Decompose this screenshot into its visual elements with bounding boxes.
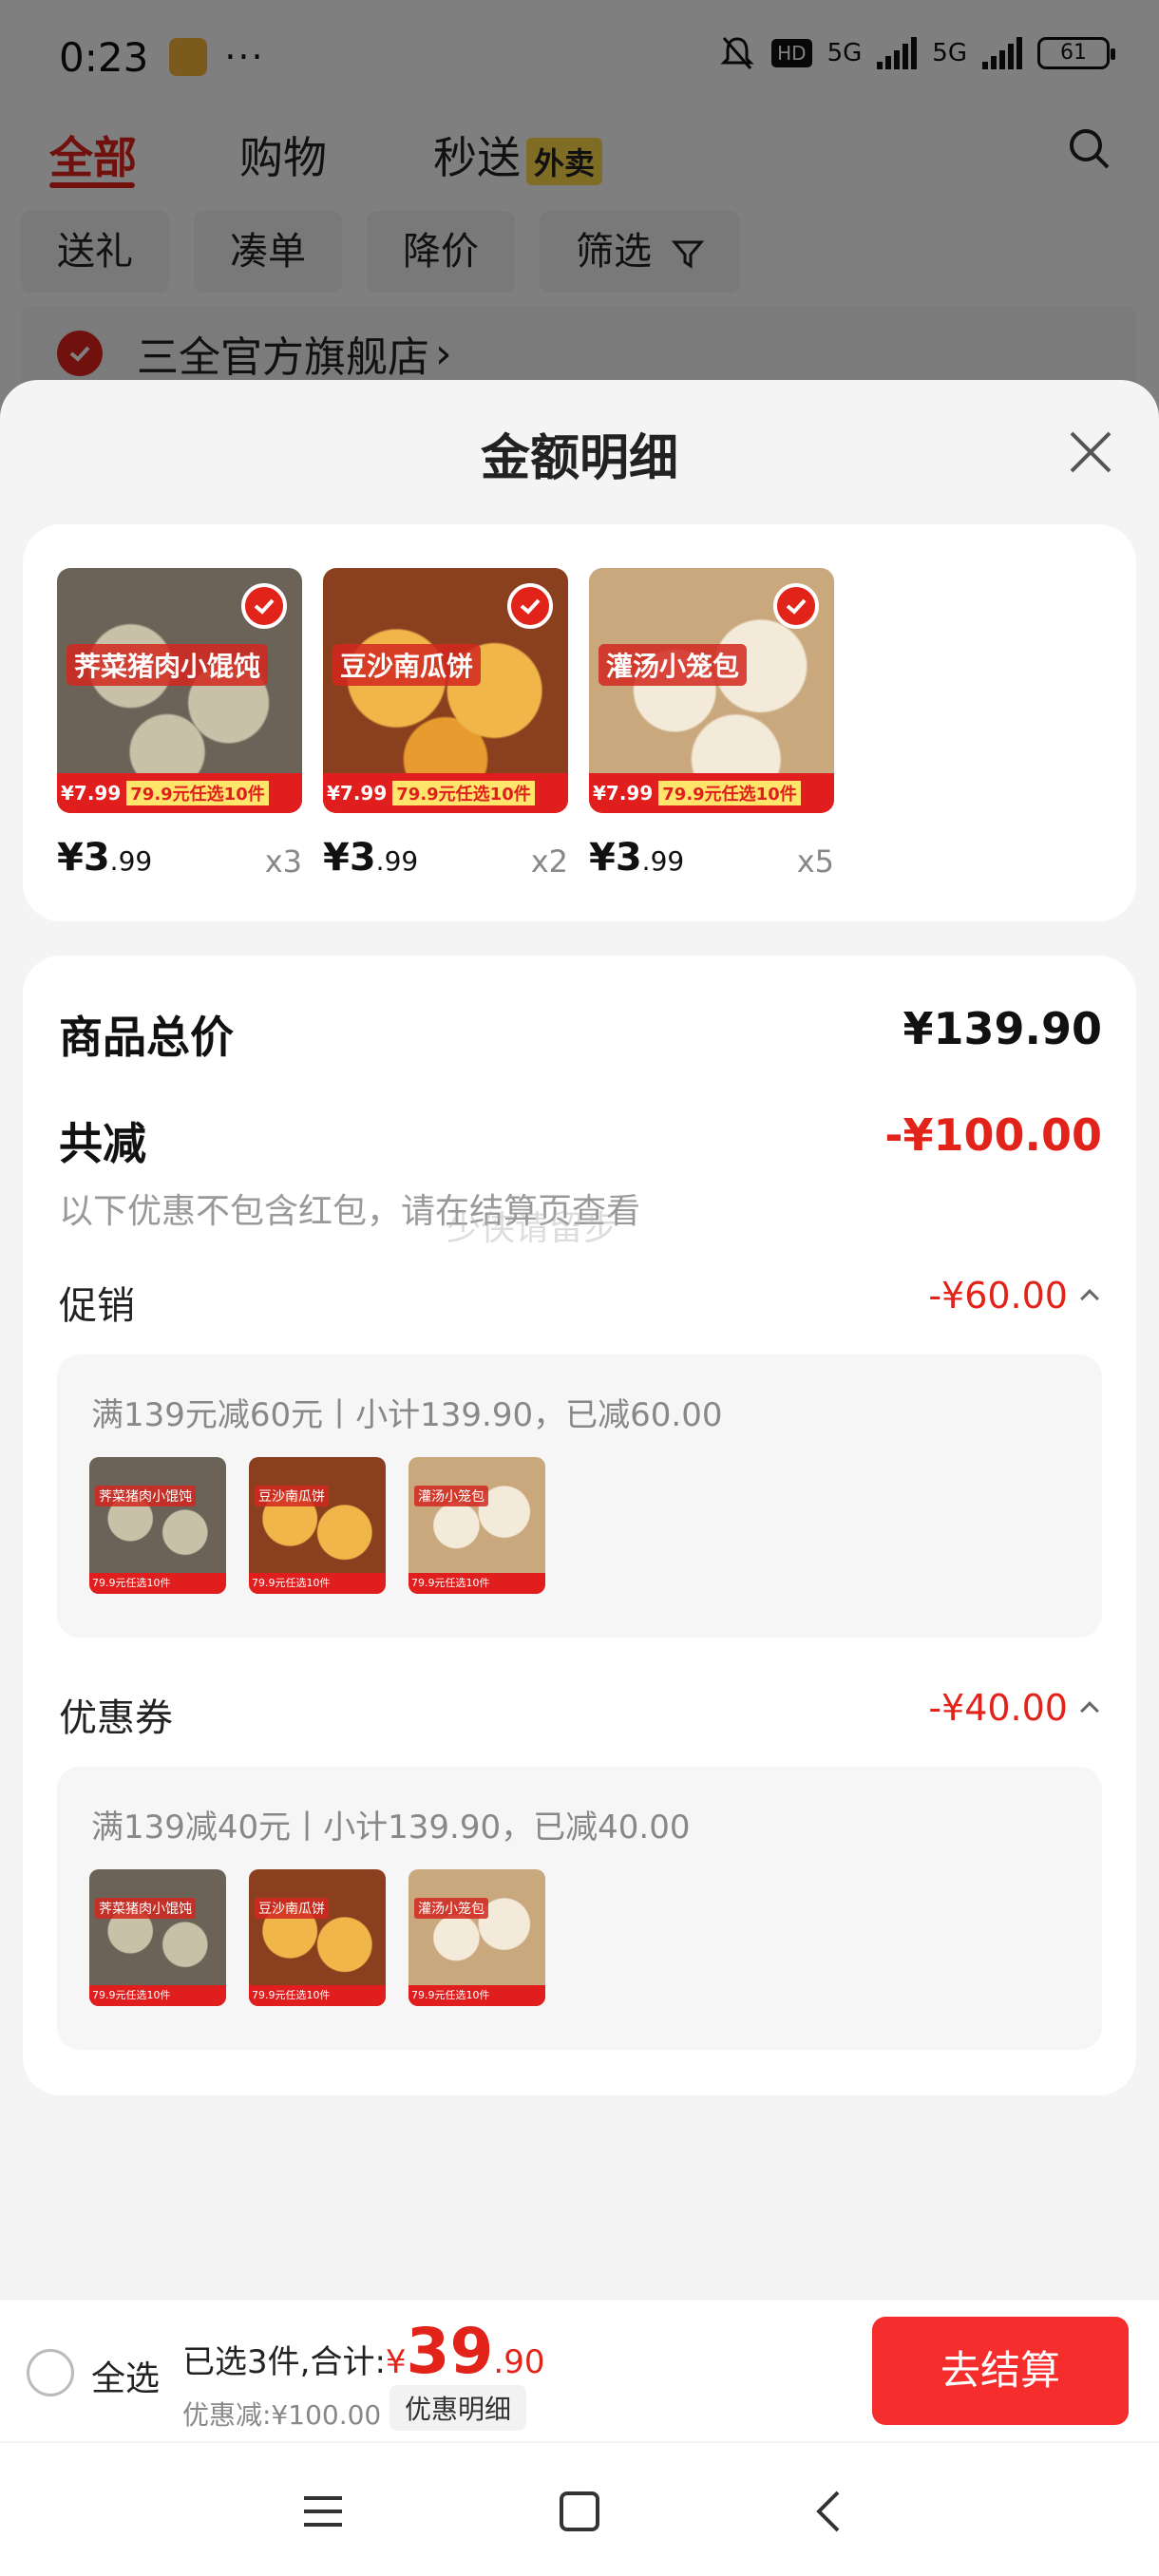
checkout-button[interactable]: 去结算: [872, 2317, 1129, 2425]
thumb-name: 豆沙南瓜饼: [255, 1898, 329, 1919]
promotion-text: 满139元减60元丨小计139.90，已减60.00: [91, 1396, 723, 1434]
product-name: 灌汤小笼包: [598, 644, 748, 686]
sheet-title: 金额明细: [480, 430, 678, 487]
coupon-thumbs: 荠菜猪肉小馄饨 79.9元任选10件 豆沙南瓜饼 79.9元任选10件 灌汤小笼包 7…: [89, 1869, 545, 2006]
product-price: ¥3.99: [57, 836, 152, 880]
amount-detail-sheet: 金额明细 荠菜猪肉小馄饨 ¥7.99 79.9元任选10件 ¥3.99 x3 豆沙…: [0, 380, 1159, 2576]
coupon-text: 满139减40元丨小计139.90，已减40.00: [91, 1809, 691, 1847]
product-image[interactable]: 荠菜猪肉小馄饨 ¥7.99 79.9元任选10件: [57, 568, 302, 813]
reduce-label: 共减: [59, 1118, 146, 1169]
thumb-name: 灌汤小笼包: [414, 1486, 488, 1506]
coupon-box: 满139减40元丨小计139.90，已减40.00 荠菜猪肉小馄饨 79.9元任选…: [57, 1767, 1102, 2050]
price-dec: .99: [375, 845, 419, 877]
price-int: ¥3: [57, 836, 110, 880]
coupon-value: -¥40.00: [928, 1687, 1068, 1729]
promo-price: ¥7.99: [327, 782, 388, 805]
thumb-name: 荠菜猪肉小馄饨: [95, 1486, 196, 1506]
checked-icon[interactable]: [773, 583, 819, 629]
close-icon[interactable]: [1066, 427, 1115, 477]
dim-overlay[interactable]: [0, 0, 1159, 437]
checked-icon[interactable]: [241, 583, 287, 629]
reduce-value: -¥100.00: [884, 1109, 1102, 1161]
price-dec: .99: [109, 845, 153, 877]
product-thumb[interactable]: 灌汤小笼包 79.9元任选10件: [408, 1457, 545, 1594]
promotion-value: -¥60.00: [928, 1275, 1068, 1316]
product-qty: x5: [796, 843, 834, 880]
promotion-thumbs: 荠菜猪肉小馄饨 79.9元任选10件 豆沙南瓜饼 79.9元任选10件 灌汤小笼包 7…: [89, 1457, 545, 1594]
promotion-toggle[interactable]: -¥60.00: [928, 1275, 1099, 1316]
product-price: ¥3.99: [323, 836, 418, 880]
system-nav-bar: [0, 2443, 1159, 2576]
promotion-box: 满139元减60元丨小计139.90，已减60.00 荠菜猪肉小馄饨 79.9元任…: [57, 1354, 1102, 1638]
product-thumb[interactable]: 荠菜猪肉小馄饨 79.9元任选10件: [89, 1457, 226, 1594]
product-item[interactable]: 灌汤小笼包 ¥7.99 79.9元任选10件 ¥3.99 x5: [589, 568, 834, 883]
promo-price: ¥7.99: [61, 782, 122, 805]
checkout-bar: 全选 已选3件,合计:¥39.90 优惠减:¥100.00 优惠明细 去结算: [0, 2299, 1159, 2441]
coupon-label: 优惠券: [59, 1696, 173, 1740]
coupon-toggle[interactable]: -¥40.00: [928, 1687, 1099, 1729]
promo-deal: 79.9元任选10件: [126, 781, 269, 805]
product-name: 豆沙南瓜饼: [332, 644, 482, 686]
product-name: 荠菜猪肉小馄饨: [66, 644, 269, 686]
thumb-promo-bar: 79.9元任选10件: [408, 1985, 545, 2006]
selected-summary: 已选3件,合计:¥39.90: [182, 2315, 544, 2388]
select-all-label[interactable]: 全选: [91, 2351, 160, 2400]
thumb-promo-bar: 79.9元任选10件: [89, 1985, 226, 2006]
price-int: ¥3: [589, 836, 642, 880]
product-promo-bar: ¥7.99 79.9元任选10件: [323, 773, 568, 813]
promotion-label: 促销: [59, 1284, 135, 1328]
promo-deal: 79.9元任选10件: [392, 781, 535, 805]
watermark: 少侠请留步: [446, 1209, 618, 1248]
total-currency: ¥: [385, 2343, 407, 2381]
thumb-promo-bar: 79.9元任选10件: [249, 1985, 386, 2006]
product-price: ¥3.99: [589, 836, 684, 880]
total-int: 39: [406, 2315, 494, 2388]
promo-deal: 79.9元任选10件: [658, 781, 801, 805]
product-image[interactable]: 灌汤小笼包 ¥7.99 79.9元任选10件: [589, 568, 834, 813]
thumb-promo-bar: 79.9元任选10件: [408, 1573, 545, 1594]
product-thumb[interactable]: 灌汤小笼包 79.9元任选10件: [408, 1869, 545, 2006]
discount-line: 优惠减:¥100.00: [182, 2399, 382, 2431]
product-thumb[interactable]: 豆沙南瓜饼 79.9元任选10件: [249, 1869, 386, 2006]
discount-detail-button[interactable]: 优惠明细: [390, 2385, 527, 2431]
checked-icon[interactable]: [507, 583, 553, 629]
menu-icon[interactable]: [296, 2485, 350, 2538]
home-icon[interactable]: [553, 2485, 606, 2538]
product-image[interactable]: 豆沙南瓜饼 ¥7.99 79.9元任选10件: [323, 568, 568, 813]
chevron-up-icon: [1080, 1700, 1099, 1720]
total-dec: .90: [493, 2343, 545, 2381]
product-qty: x3: [264, 843, 302, 880]
product-promo-bar: ¥7.99 79.9元任选10件: [589, 773, 834, 813]
thumb-promo-bar: 79.9元任选10件: [89, 1573, 226, 1594]
price-detail-card: 商品总价 ¥139.90 共减 -¥100.00 以下优惠不包含红包，请在结算页…: [23, 956, 1136, 2095]
thumb-promo-bar: 79.9元任选10件: [249, 1573, 386, 1594]
selected-items-card: 荠菜猪肉小馄饨 ¥7.99 79.9元任选10件 ¥3.99 x3 豆沙南瓜饼 ¥…: [23, 524, 1136, 921]
chevron-up-icon: [1080, 1288, 1099, 1308]
thumb-name: 灌汤小笼包: [414, 1898, 488, 1919]
product-thumb[interactable]: 豆沙南瓜饼 79.9元任选10件: [249, 1457, 386, 1594]
total-price-label: 商品总价: [59, 1012, 234, 1063]
product-item[interactable]: 荠菜猪肉小馄饨 ¥7.99 79.9元任选10件 ¥3.99 x3: [57, 568, 302, 883]
product-promo-bar: ¥7.99 79.9元任选10件: [57, 773, 302, 813]
select-all-radio[interactable]: [27, 2349, 74, 2396]
product-thumb[interactable]: 荠菜猪肉小馄饨 79.9元任选10件: [89, 1869, 226, 2006]
price-int: ¥3: [323, 836, 376, 880]
selected-count-text: 已选3件,合计:: [182, 2343, 386, 2381]
total-price-value: ¥139.90: [902, 1003, 1102, 1054]
thumb-name: 豆沙南瓜饼: [255, 1486, 329, 1506]
product-item[interactable]: 豆沙南瓜饼 ¥7.99 79.9元任选10件 ¥3.99 x2: [323, 568, 568, 883]
price-dec: .99: [641, 845, 685, 877]
back-icon[interactable]: [804, 2485, 857, 2538]
promo-price: ¥7.99: [593, 782, 654, 805]
thumb-name: 荠菜猪肉小馄饨: [95, 1898, 196, 1919]
product-qty: x2: [530, 843, 568, 880]
